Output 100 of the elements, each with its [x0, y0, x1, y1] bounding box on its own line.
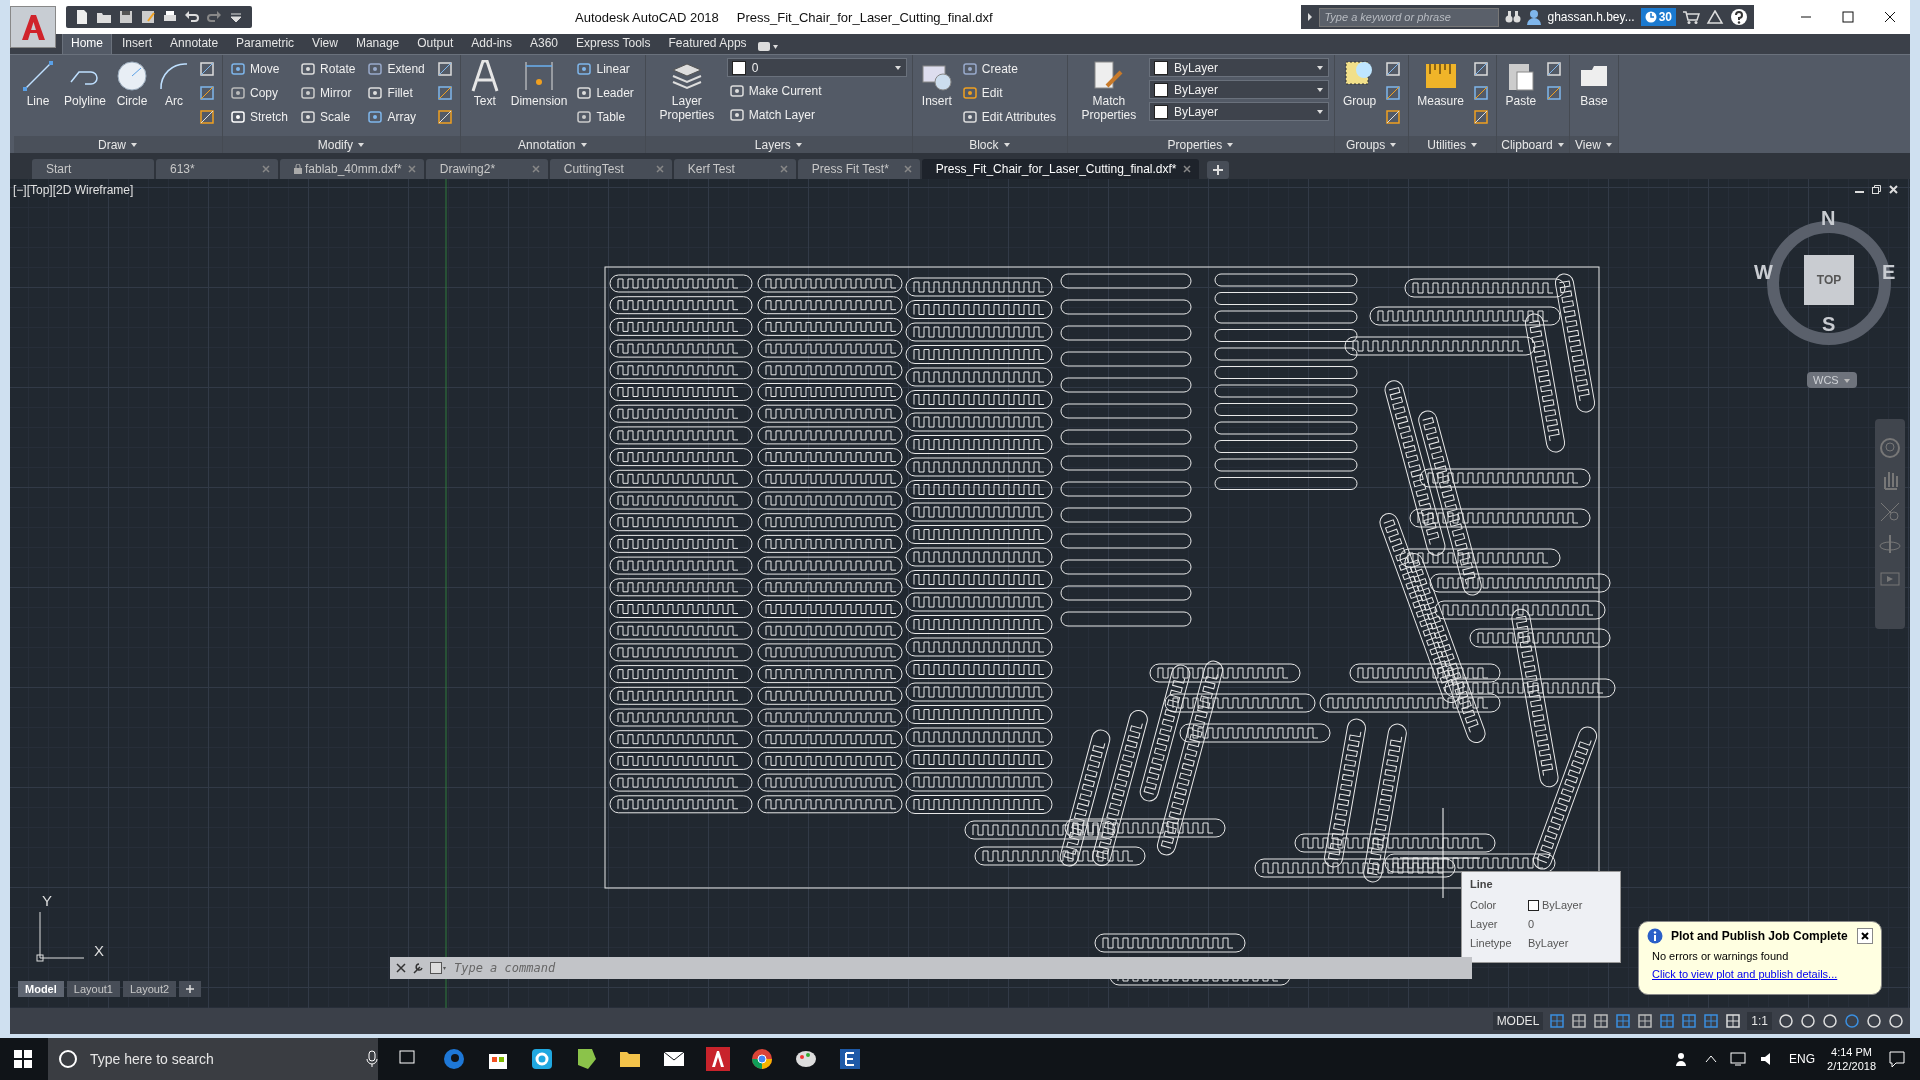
panel-title[interactable]: Layers: [645, 136, 912, 153]
new-tab-button[interactable]: [1206, 161, 1229, 179]
tool-button[interactable]: Polyline: [61, 58, 110, 110]
panel-title[interactable]: Draw: [14, 136, 223, 153]
wrench-icon[interactable]: [412, 962, 424, 974]
file-tab[interactable]: fablab_40mm.dxf*: [280, 159, 424, 179]
redo-icon[interactable]: [206, 9, 222, 25]
application-menu-button[interactable]: [10, 6, 56, 48]
compass-label[interactable]: E: [1882, 261, 1896, 284]
tool-button[interactable]: Layer Properties: [650, 58, 723, 124]
layout-tab[interactable]: Layout2: [122, 981, 177, 997]
close-icon[interactable]: [1884, 11, 1896, 23]
file-tab[interactable]: Kerf Test: [673, 159, 796, 179]
tool-button[interactable]: Line: [19, 58, 57, 110]
compass-label[interactable]: S: [1822, 313, 1836, 336]
annotation-scale[interactable]: 1:1: [1747, 1012, 1772, 1030]
maximize-icon[interactable]: [1842, 11, 1854, 23]
ribbon-tab[interactable]: Manage: [347, 34, 408, 54]
dropdown-field[interactable]: ByLayer: [1148, 58, 1329, 77]
ribbon-tab[interactable]: Featured Apps: [660, 34, 755, 54]
app-icon[interactable]: [530, 1047, 554, 1071]
tool-button[interactable]: Extend: [365, 58, 431, 79]
tool-button[interactable]: Insert: [917, 58, 956, 110]
restore-icon[interactable]: [1872, 185, 1881, 194]
undo-icon[interactable]: [184, 9, 200, 25]
tool-button[interactable]: Fillet: [365, 82, 431, 103]
tool-button[interactable]: Move: [228, 58, 295, 79]
tool-button[interactable]: Edit: [959, 82, 1062, 103]
trial-days-badge[interactable]: 30: [1640, 8, 1676, 26]
ribbon-tab[interactable]: Insert: [114, 34, 161, 54]
panel-title[interactable]: View: [1569, 136, 1618, 153]
language-indicator[interactable]: ENG: [1789, 1052, 1816, 1066]
caret-icon[interactable]: [1307, 12, 1314, 22]
layout-tab[interactable]: Layout1: [66, 981, 120, 997]
tool-button[interactable]: Create: [959, 58, 1062, 79]
tool-button[interactable]: Text: [465, 58, 504, 110]
taskbar-search-field[interactable]: Type here to search: [48, 1038, 378, 1080]
tool-button[interactable]: Rotate: [298, 58, 362, 79]
tool-button[interactable]: Copy: [228, 82, 295, 103]
panel-title[interactable]: Groups: [1334, 136, 1409, 153]
ribbon-tab[interactable]: Output: [409, 34, 462, 54]
tool-button[interactable]: Group: [1339, 58, 1380, 110]
panel-title[interactable]: Modify: [223, 136, 460, 153]
tool-button[interactable]: Scale: [298, 106, 362, 127]
file-tab[interactable]: Drawing2*: [425, 159, 548, 179]
tool-button[interactable]: Array: [365, 106, 431, 127]
file-tab[interactable]: Start: [32, 159, 154, 179]
ribbon-tab[interactable]: View: [304, 34, 346, 54]
notifications-icon[interactable]: [1888, 1050, 1906, 1068]
panel-title[interactable]: Block: [912, 136, 1067, 153]
autocad-taskbar-icon[interactable]: [706, 1047, 730, 1071]
panel-title[interactable]: Clipboard: [1496, 136, 1569, 153]
windows-start-icon[interactable]: [14, 1050, 32, 1068]
file-tab[interactable]: Press Fit Test*: [797, 159, 920, 179]
chrome-browser-icon[interactable]: [750, 1047, 774, 1071]
tool-button[interactable]: Base: [1574, 58, 1613, 110]
panel-title[interactable]: Utilities: [1409, 136, 1496, 153]
chevron-up-icon[interactable]: [1705, 1054, 1718, 1064]
close-icon[interactable]: [396, 963, 406, 973]
tool-button[interactable]: Paste: [1501, 58, 1540, 110]
search-field[interactable]: Type a keyword or phrase: [1319, 7, 1500, 27]
file-tab[interactable]: CuttingTest: [549, 159, 672, 179]
tool-button[interactable]: Dimension: [507, 58, 571, 110]
save-as-icon[interactable]: [140, 9, 156, 25]
grid-icon[interactable]: [1549, 1013, 1566, 1029]
ribbon-tab[interactable]: Annotate: [162, 34, 227, 54]
tool-button[interactable]: Table: [574, 106, 640, 127]
dropdown-field[interactable]: ByLayer: [1148, 102, 1329, 121]
app-icon[interactable]: [838, 1047, 862, 1071]
network-icon[interactable]: [1729, 1051, 1748, 1067]
file-tab[interactable]: Press_Fit_Chair_for_Laser_Cutting_final.dxf*: [921, 159, 1199, 179]
cart-icon[interactable]: [1682, 10, 1700, 24]
tool-button[interactable]: Match Layer: [726, 104, 907, 125]
help-icon[interactable]: [1730, 8, 1748, 26]
panel-toggle-icon[interactable]: [756, 40, 779, 54]
tool-button[interactable]: Stretch: [228, 106, 295, 127]
details-link[interactable]: Click to view plot and publish details...: [1652, 968, 1838, 980]
tool-button[interactable]: Linear: [574, 58, 640, 79]
save-icon[interactable]: [118, 9, 134, 25]
tool-button[interactable]: Make Current: [726, 80, 907, 101]
dropdown-field[interactable]: ByLayer: [1148, 80, 1329, 99]
ribbon-tab[interactable]: Parametric: [228, 34, 303, 54]
panel-title[interactable]: Annotation: [460, 136, 645, 153]
microphone-icon[interactable]: [366, 1050, 378, 1068]
viewport-controls-label[interactable]: [−][Top][2D Wireframe]: [13, 183, 134, 197]
edge-browser-icon[interactable]: [442, 1047, 466, 1071]
tool-button[interactable]: Mirror: [298, 82, 362, 103]
viewcube-face[interactable]: TOP: [1804, 255, 1854, 305]
taskbar-clock[interactable]: 4:14 PM 2/12/2018: [1827, 1045, 1876, 1073]
user-name[interactable]: ghassan.h.bey...: [1547, 10, 1635, 24]
tool-button[interactable]: Match Properties: [1072, 58, 1145, 124]
compass-label[interactable]: N: [1821, 207, 1836, 230]
search-input[interactable]: Type here to search: [88, 1050, 356, 1068]
tool-button[interactable]: Arc: [155, 58, 194, 110]
ucs-menu[interactable]: WCS: [1807, 372, 1857, 388]
tool-button[interactable]: Leader: [574, 82, 640, 103]
panel-title[interactable]: Properties: [1067, 136, 1334, 153]
ribbon-tab[interactable]: Home: [62, 33, 112, 54]
command-prompt-icon[interactable]: [430, 962, 446, 974]
ribbon-tab[interactable]: A360: [522, 34, 566, 54]
